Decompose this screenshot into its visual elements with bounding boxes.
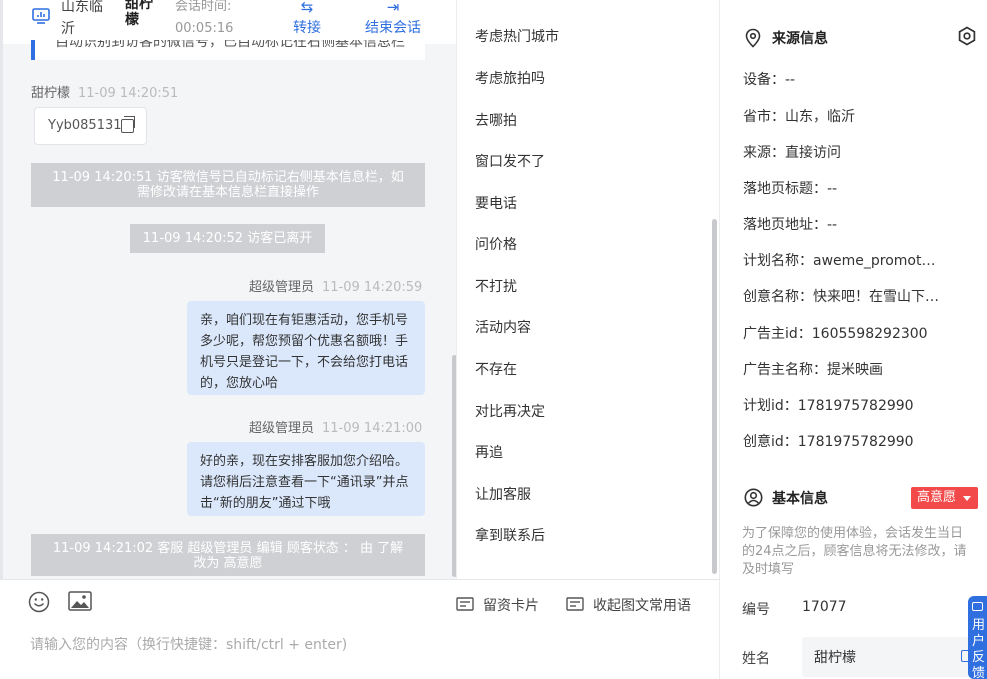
- emoji-icon[interactable]: [28, 591, 50, 613]
- message-input-area: 留资卡片 收起图文常用语 请输入您的内容（换行快捷键：shift/ctrl + …: [0, 579, 719, 679]
- system-message: 11-09 14:21:02 客服 超级管理员 编辑 顾客状态 ： 由 了解 改…: [31, 534, 425, 576]
- id-label: 编号: [742, 602, 770, 618]
- advertiser-name: 广告主名称：提米映画: [743, 362, 883, 378]
- plan-name: 计划名称：aweme_promotion: [743, 253, 939, 269]
- phrase-item[interactable]: 对比再决定: [475, 401, 545, 421]
- phrase-item[interactable]: 去哪拍: [475, 110, 517, 130]
- phrase-item[interactable]: 再追: [475, 442, 503, 462]
- phrase-item[interactable]: 问价格: [475, 234, 517, 254]
- landing-page-url: 落地页地址：--: [743, 217, 838, 233]
- visitor-info-panel: 来源信息 设备：-- 省市：山东，临沂 来源：直接访问 落地页标题：-- 落地页…: [719, 0, 987, 679]
- session-time-value: 00:05:16: [175, 21, 234, 36]
- quick-phrases-panel: 考虑热门城市 考虑旅拍吗 去哪拍 窗口发不了 要电话 问价格 不打扰 活动内容 …: [456, 0, 719, 579]
- creative-id: 创意id：1781975782990: [743, 434, 914, 450]
- phrase-item[interactable]: 让加客服: [475, 484, 531, 504]
- sender-name: 超级管理员: [249, 421, 315, 436]
- phrases-scrollbar[interactable]: [712, 219, 717, 574]
- location-pin-icon: [745, 28, 761, 48]
- auto-detect-card: 自动识别到访客的微信号，已自动标记在右侧基本信息栏: [31, 40, 425, 60]
- visitor-location: 山东临沂: [61, 0, 103, 37]
- id-value: 17077: [802, 599, 847, 615]
- phrase-item[interactable]: 拿到联系后: [475, 525, 545, 545]
- card-icon: [456, 597, 474, 611]
- lead-card-button[interactable]: 留资卡片: [456, 595, 539, 615]
- session-time-label: 会话时间:: [175, 0, 232, 14]
- phrase-item[interactable]: 活动内容: [475, 317, 531, 337]
- phrase-item[interactable]: 考虑热门城市: [475, 26, 559, 46]
- end-session-label: 结束会话: [365, 20, 421, 36]
- system-message: 11-09 14:20:51 访客微信号已自动标记右侧基本信息栏，如需修改请在基…: [31, 163, 425, 207]
- intent-status-label: 高意愿: [917, 490, 957, 505]
- message-sender: 超级管理员 11-09 14:20:59: [249, 276, 422, 295]
- collapse-phrases-label: 收起图文常用语: [593, 598, 691, 614]
- auto-detect-text: 自动识别到访客的微信号，已自动标记在右侧基本信息栏: [55, 40, 405, 50]
- creative-name: 创意名称：快来吧！在雪山下拍婚纱照: [743, 289, 941, 305]
- name-label: 姓名: [742, 651, 770, 667]
- source-region: 省市：山东，临沂: [743, 109, 855, 125]
- message-sender: 甜柠檬 11-09 14:20:51: [31, 82, 178, 101]
- source-channel: 来源：直接访问: [743, 145, 841, 161]
- phrase-icon: [566, 597, 584, 611]
- feedback-tab[interactable]: 用户反馈: [968, 596, 987, 679]
- message-sender: 超级管理员 11-09 14:21:00: [249, 417, 422, 436]
- wechat-id-card[interactable]: Yyb085131: [34, 107, 147, 145]
- phrase-item[interactable]: 考虑旅拍吗: [475, 68, 545, 88]
- wechat-id-text: Yyb085131: [48, 118, 122, 133]
- visitor-name: 甜柠檬: [125, 0, 153, 28]
- end-session-button[interactable]: ⇥ 结束会话: [359, 0, 427, 38]
- name-field[interactable]: 甜柠檬: [802, 637, 970, 677]
- caret-down-icon: [963, 496, 971, 501]
- sender-name: 甜柠檬: [31, 86, 71, 101]
- transfer-icon: ⇆: [300, 0, 314, 16]
- image-icon[interactable]: [68, 591, 92, 611]
- message-icon: [972, 602, 983, 611]
- plan-id: 计划id：1781975782990: [743, 398, 914, 414]
- intent-status-dropdown[interactable]: 高意愿: [911, 487, 978, 509]
- phrase-item[interactable]: 窗口发不了: [475, 151, 545, 171]
- edit-notice: 为了保障您的使用体验，会话发生当日的24点之后，顾客信息将无法修改，请及时填写: [742, 526, 967, 577]
- transfer-button[interactable]: ⇆ 转接: [287, 0, 327, 38]
- system-message: 11-09 14:20:52 访客已离开: [130, 224, 325, 253]
- message-time: 11-09 14:20:59: [322, 280, 423, 295]
- message-time: 11-09 14:20:51: [78, 86, 179, 101]
- source-device: 设备：--: [743, 72, 796, 88]
- sender-name: 超级管理员: [249, 280, 315, 295]
- copy-icon[interactable]: [121, 116, 135, 133]
- chat-header: 山东临沂 甜柠檬 会话时间: 00:05:16 ⇆ 转接 ⇥ 结束会话: [3, 0, 456, 44]
- session-time: 会话时间: 00:05:16: [175, 0, 233, 40]
- basic-info-title: 基本信息: [744, 488, 828, 508]
- exit-icon: ⇥: [386, 0, 400, 16]
- chat-panel: 山东临沂 甜柠檬 会话时间: 00:05:16 ⇆ 转接 ⇥ 结束会话 自动识别…: [0, 0, 457, 679]
- advertiser-id: 广告主id：1605598292300: [743, 326, 928, 342]
- landing-page-title: 落地页标题：--: [743, 181, 838, 197]
- source-info-title: 来源信息: [744, 28, 828, 48]
- phrase-item[interactable]: 不打扰: [475, 276, 517, 296]
- message-input[interactable]: 请输入您的内容（换行快捷键：shift/ctrl + enter): [30, 634, 347, 654]
- transfer-label: 转接: [293, 20, 321, 36]
- phrase-item[interactable]: 要电话: [475, 193, 517, 213]
- phrase-item[interactable]: 不存在: [475, 359, 517, 379]
- monitor-icon: [32, 8, 50, 24]
- message-time: 11-09 14:21:00: [322, 421, 423, 436]
- collapse-phrases-button[interactable]: 收起图文常用语: [566, 595, 691, 615]
- message-bubble: 亲，咱们现在有钜惠活动，您手机号多少呢，帮您预留个优惠名额哦！手机号只是登记一下…: [187, 301, 425, 395]
- feedback-label: 用户反馈: [972, 618, 986, 679]
- message-bubble: 好的亲，现在安排客服加您介绍哈。请您稍后注意查看一下“通讯录”并点击“新的朋友”…: [187, 442, 425, 516]
- user-circle-icon: [744, 488, 763, 507]
- settings-icon[interactable]: [957, 26, 977, 46]
